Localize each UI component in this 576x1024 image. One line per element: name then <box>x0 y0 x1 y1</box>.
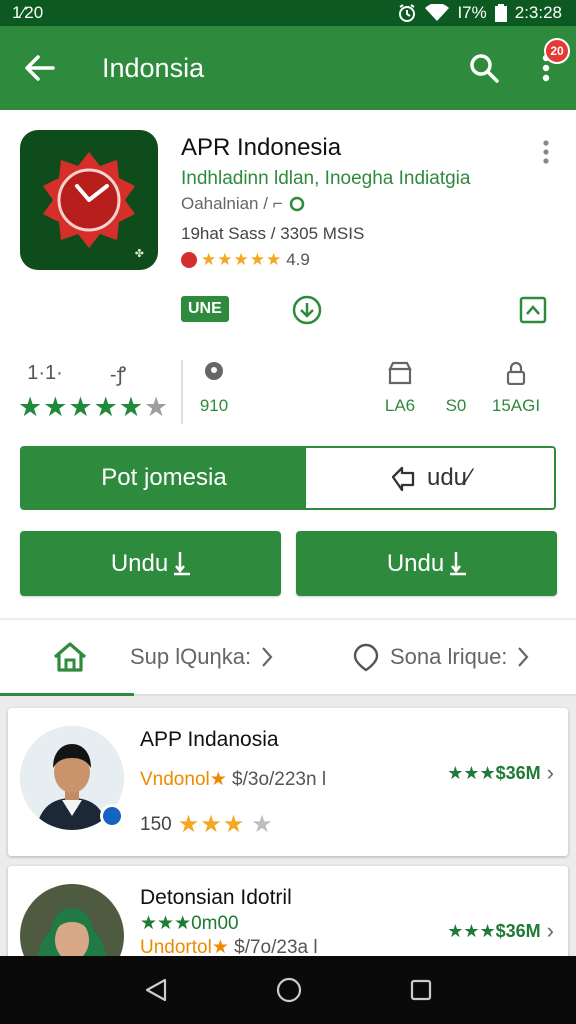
app-badge: UNE <box>181 296 229 322</box>
share-button[interactable]: udu⁄ <box>306 448 554 508</box>
share-icon[interactable] <box>517 294 549 326</box>
back-button[interactable] <box>0 26 78 110</box>
action-segment: Pot jomesia udu⁄ <box>20 446 556 510</box>
card-subtitle: Vndonol★ $/3o/223n l <box>140 769 327 790</box>
chevron-right-icon <box>518 647 529 667</box>
stat-5: 15AGI <box>486 358 546 416</box>
triangle-back-icon <box>145 978 167 1002</box>
tab-indicator <box>0 693 134 696</box>
notification-badge: 20 <box>544 38 570 64</box>
card-price[interactable]: ★★★$36M › <box>447 918 554 944</box>
app-meta: 19hat Sass / 3305 MSIS <box>181 224 365 243</box>
card-rating: 150 ★★★ ★ <box>140 810 273 839</box>
download-button-left[interactable]: Undu <box>20 531 281 596</box>
app-overflow-button[interactable] <box>532 138 560 166</box>
status-icons: I7% 2:3:28 <box>397 3 562 23</box>
verified-icon <box>289 196 304 212</box>
app-subtitle[interactable]: Indhladinn ldlan, Inoegha Indiatgia <box>181 168 470 190</box>
download-icon <box>450 551 467 575</box>
stat-downloads: 910 <box>192 358 236 416</box>
chevron-right-icon: › <box>546 918 554 943</box>
card-price[interactable]: ★★★$36M › <box>447 760 554 786</box>
wifi-icon <box>425 4 450 22</box>
lock-icon <box>486 358 546 388</box>
rating-stars: ★★★★★ <box>201 250 283 269</box>
app-details: ✤ APR Indonesia Indhladinn ldlan, Inoegh… <box>0 110 576 618</box>
list-item[interactable]: APP Indanosia Vndonol★ $/3o/223n l 150 ★… <box>8 708 568 856</box>
download-circle-icon[interactable] <box>291 294 323 326</box>
tab-bar: Sup lQuηka: Sona lrique: <box>0 620 576 696</box>
open-button[interactable]: Pot jomesia <box>22 448 306 508</box>
tab-questions-label: Sona lrique: <box>390 644 508 669</box>
alarm-icon <box>397 3 417 23</box>
more-options-button[interactable]: 20 <box>516 26 576 110</box>
status-clock: 2:3:28 <box>514 3 562 22</box>
stats-divider <box>181 360 183 424</box>
chevron-right-icon <box>262 647 273 667</box>
home-icon <box>53 642 87 672</box>
download-button-right[interactable]: Undu <box>296 531 557 596</box>
nav-recents-button[interactable] <box>409 978 433 1002</box>
app-icon[interactable]: ✤ <box>20 130 158 270</box>
stat-4: S0 <box>434 358 478 416</box>
stat-rating-stars: ★★★★★★ <box>18 392 170 422</box>
sparkle-icon: ✤ <box>134 248 144 260</box>
status-time: 1⁄20 <box>12 3 44 22</box>
app-name: APR Indonesia <box>181 134 342 161</box>
tab-support-label: Sup lQuηka: <box>130 644 252 669</box>
share-button-label: udu⁄ <box>426 464 472 491</box>
card-title: Detonsian Idotril <box>140 886 292 909</box>
search-button[interactable] <box>452 26 516 110</box>
card-count: 150 <box>140 813 172 835</box>
more-vertical-icon <box>543 140 549 164</box>
circle-home-icon <box>276 977 302 1003</box>
clock-seal-icon <box>43 152 135 248</box>
tab-questions[interactable]: Sona lrique: <box>352 620 529 694</box>
status-bar: 1⁄20 I7% 2:3:28 <box>0 0 576 26</box>
rating-value: 4.9 <box>286 250 310 269</box>
chevron-right-icon: › <box>546 760 554 785</box>
stat-4-value: S0 <box>445 396 467 415</box>
card-stars-empty: ★ <box>251 811 273 838</box>
app-bar: Indonsia 20 <box>0 26 576 110</box>
stat-rating-label: 1·1· <box>27 361 63 384</box>
card-subline: ★★★0m00 <box>140 913 239 934</box>
download-button-right-label: Undu <box>386 549 445 577</box>
rating-line: ★★★★★ 4.9 <box>181 250 310 270</box>
stat-reviews-label: -ꝭ <box>109 363 127 386</box>
arrow-left-icon <box>25 55 55 81</box>
app-bar-title: Indonsia <box>102 52 205 83</box>
nav-home-button[interactable] <box>275 976 303 1004</box>
box-icon <box>378 358 422 388</box>
download-button-left-label: Undu <box>110 549 169 577</box>
stat-downloads-value: 910 <box>199 396 229 415</box>
tab-home[interactable] <box>52 620 88 694</box>
share-hand-icon <box>391 466 415 492</box>
stat-3: LA6 <box>378 358 422 416</box>
developer-name: Oahalnian / ⌐ <box>181 194 283 213</box>
location-pin-icon <box>192 358 236 388</box>
card-title: APP Indanosia <box>140 728 279 751</box>
stat-5-value: 15AGI <box>491 396 541 415</box>
nav-back-button[interactable] <box>143 977 169 1003</box>
stat-3-value: LA6 <box>384 396 416 415</box>
battery-percent: I7% <box>457 3 487 22</box>
verified-badge-icon <box>100 804 124 828</box>
search-icon <box>470 54 499 83</box>
rating-badge-icon <box>181 252 197 268</box>
tab-support[interactable]: Sup lQuηka: <box>130 620 273 694</box>
developer-row[interactable]: Oahalnian / ⌐ <box>181 194 305 214</box>
download-icon <box>174 551 191 575</box>
card-stars: ★★★ <box>177 811 246 838</box>
chat-bubble-icon <box>353 643 379 672</box>
battery-icon <box>494 4 507 22</box>
system-nav-bar <box>0 956 576 1024</box>
square-recents-icon <box>410 979 432 1001</box>
app-badge-row: UNE <box>181 294 551 326</box>
